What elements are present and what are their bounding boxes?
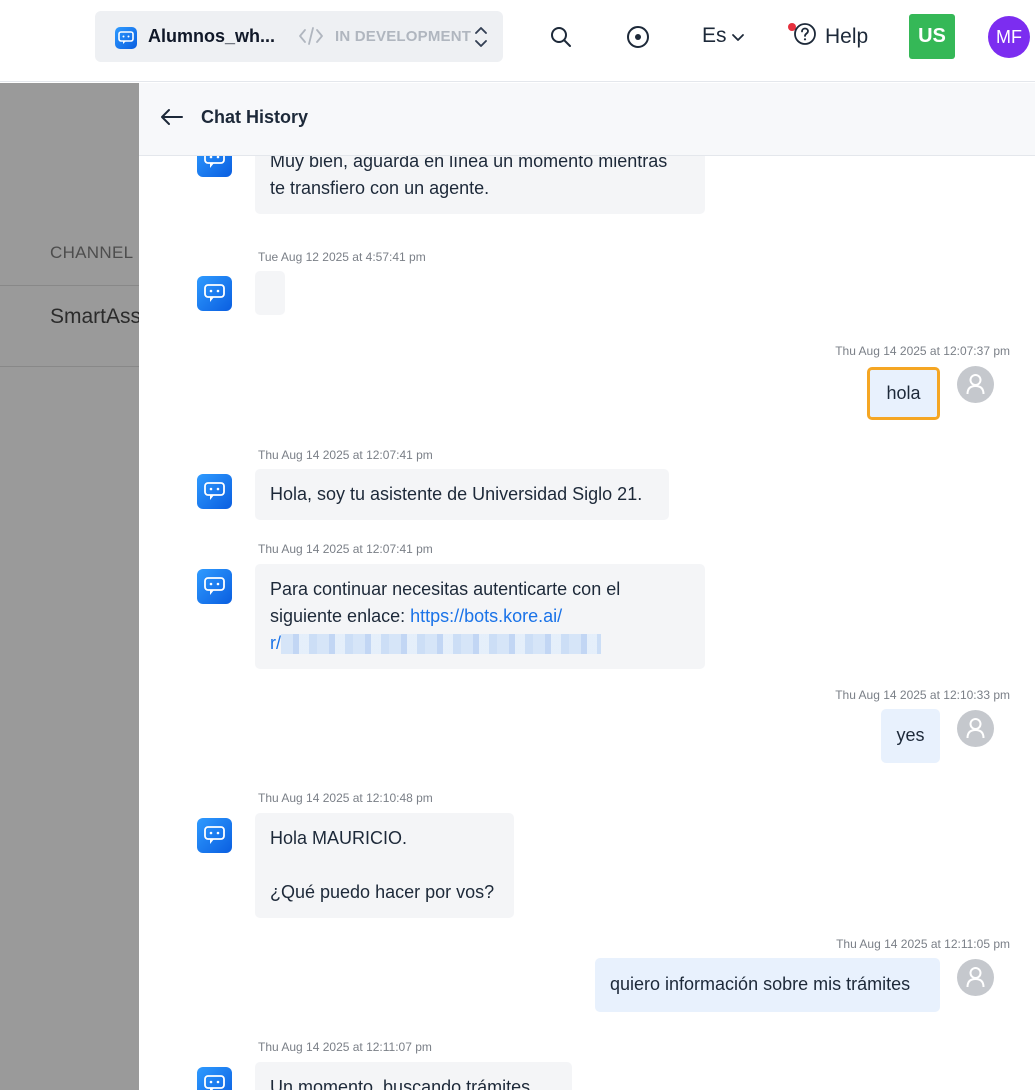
message-line: r/ [270, 630, 690, 657]
message-list[interactable]: Muy bien, aguarda en línea un momento mi… [139, 136, 1035, 1090]
help-label: Help [825, 25, 869, 48]
bot-avatar [197, 474, 232, 509]
code-icon [298, 25, 324, 52]
bot-message-bubble: Hola, soy tu asistente de Universidad Si… [255, 469, 669, 520]
workspace-badge[interactable]: US [909, 14, 955, 59]
message-line: siguiente enlace: https://bots.kore.ai/ [270, 603, 690, 630]
chevron-up-down-icon[interactable] [473, 24, 489, 55]
channel-column-label: CHANNEL [50, 243, 134, 262]
user-avatar-icon [957, 710, 994, 747]
bot-avatar [197, 569, 232, 604]
search-icon[interactable] [550, 26, 572, 53]
app-switcher[interactable]: Alumnos_wh... IN DEVELOPMENT [95, 11, 503, 62]
bot-app-icon [115, 27, 137, 49]
message-line: Hola MAURICIO. [270, 828, 408, 848]
question-circle-icon [793, 22, 817, 52]
target-icon[interactable] [626, 25, 650, 54]
bot-message-bubble: Hola MAURICIO. ¿Qué puedo hacer por vos? [255, 813, 514, 918]
bot-message-bubble: Un momento, buscando trámites... [255, 1062, 572, 1090]
message-timestamp: Thu Aug 14 2025 at 12:11:05 pm [836, 937, 1010, 951]
chevron-down-icon [731, 24, 745, 48]
language-label: Es [702, 24, 727, 47]
chat-history-panel: Chat History Muy bien, aguarda en línea … [139, 83, 1035, 1090]
bot-avatar [197, 276, 232, 311]
user-message-bubble[interactable]: hola [867, 367, 940, 420]
message-timestamp: Thu Aug 14 2025 at 12:07:41 pm [258, 542, 433, 556]
bot-message-bubble [255, 271, 285, 315]
bot-avatar [197, 818, 232, 853]
message-timestamp: Thu Aug 14 2025 at 12:07:37 pm [835, 344, 1010, 358]
back-arrow-icon[interactable] [160, 107, 184, 132]
bot-avatar [197, 1067, 232, 1090]
message-timestamp: Thu Aug 14 2025 at 12:10:33 pm [835, 688, 1010, 702]
user-avatar-icon [957, 366, 994, 403]
message-timestamp: Tue Aug 12 2025 at 4:57:41 pm [258, 250, 426, 264]
auth-link-continued[interactable]: r/ [270, 633, 281, 653]
help-button[interactable]: Help [793, 22, 868, 52]
environment-label: IN DEVELOPMENT [335, 28, 472, 45]
channel-row-text: SmartAss [50, 305, 142, 328]
top-bar: Alumnos_wh... IN DEVELOPMENT Es Help US … [0, 0, 1035, 82]
divider [0, 285, 140, 286]
user-avatar[interactable]: MF [988, 16, 1030, 58]
auth-link[interactable]: https://bots.kore.ai/ [410, 606, 562, 626]
message-line: Para continuar necesitas autenticarte co… [270, 579, 621, 599]
message-line: ¿Qué puedo hacer por vos? [270, 882, 495, 902]
user-avatar-icon [957, 959, 994, 996]
message-timestamp: Thu Aug 14 2025 at 12:10:48 pm [258, 791, 433, 805]
panel-title: Chat History [201, 107, 309, 127]
redacted-link-token [281, 634, 601, 655]
message-line: te transfiero con un agente. [270, 178, 490, 198]
language-selector[interactable]: Es [702, 24, 745, 48]
app-name: Alumnos_wh... [148, 26, 276, 46]
message-text: siguiente enlace: [270, 606, 411, 626]
message-timestamp: Thu Aug 14 2025 at 12:11:07 pm [258, 1040, 432, 1054]
user-message-bubble[interactable]: quiero información sobre mis trámites [595, 958, 940, 1012]
user-message-bubble[interactable]: yes [881, 709, 940, 763]
divider [0, 366, 140, 367]
bot-message-bubble: Para continuar necesitas autenticarte co… [255, 564, 705, 669]
panel-header: Chat History [139, 83, 1035, 156]
message-timestamp: Thu Aug 14 2025 at 12:07:41 pm [258, 448, 433, 462]
